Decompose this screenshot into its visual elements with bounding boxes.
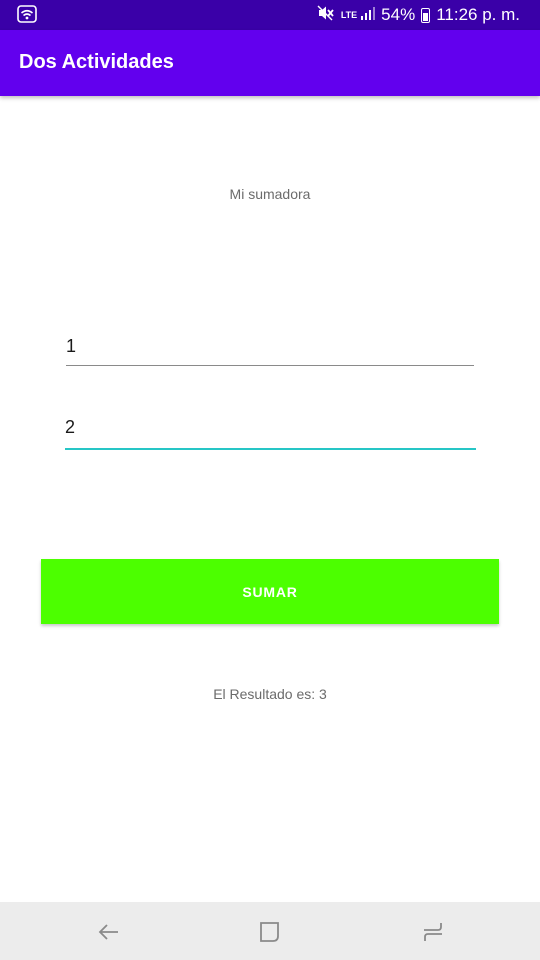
second-number-field[interactable]: 2 (65, 413, 476, 450)
status-bar: LTE 54% 11:26 p. m. (0, 0, 540, 30)
sum-button[interactable]: SUMAR (41, 559, 499, 624)
second-number-value: 2 (65, 417, 76, 437)
mute-icon (317, 5, 335, 26)
page-heading: Mi sumadora (229, 186, 311, 202)
app-bar: Dos Actividades (0, 30, 540, 96)
battery-icon (421, 7, 431, 23)
signal-icon (361, 5, 376, 25)
first-number-value: 1 (66, 336, 77, 356)
first-number-field[interactable]: 1 (66, 333, 474, 366)
lte-icon: LTE (340, 9, 358, 20)
recent-apps-icon[interactable] (419, 918, 447, 946)
clock: 11:26 p. m. (436, 5, 520, 24)
battery-percent: 54% (381, 5, 416, 24)
back-icon[interactable] (95, 918, 123, 946)
home-icon[interactable] (256, 918, 284, 946)
wifi-notification-icon (17, 5, 37, 23)
navigation-bar (0, 902, 540, 960)
app-title: Dos Actividades (19, 51, 174, 73)
result-text: El Resultado es: 3 (213, 686, 327, 702)
